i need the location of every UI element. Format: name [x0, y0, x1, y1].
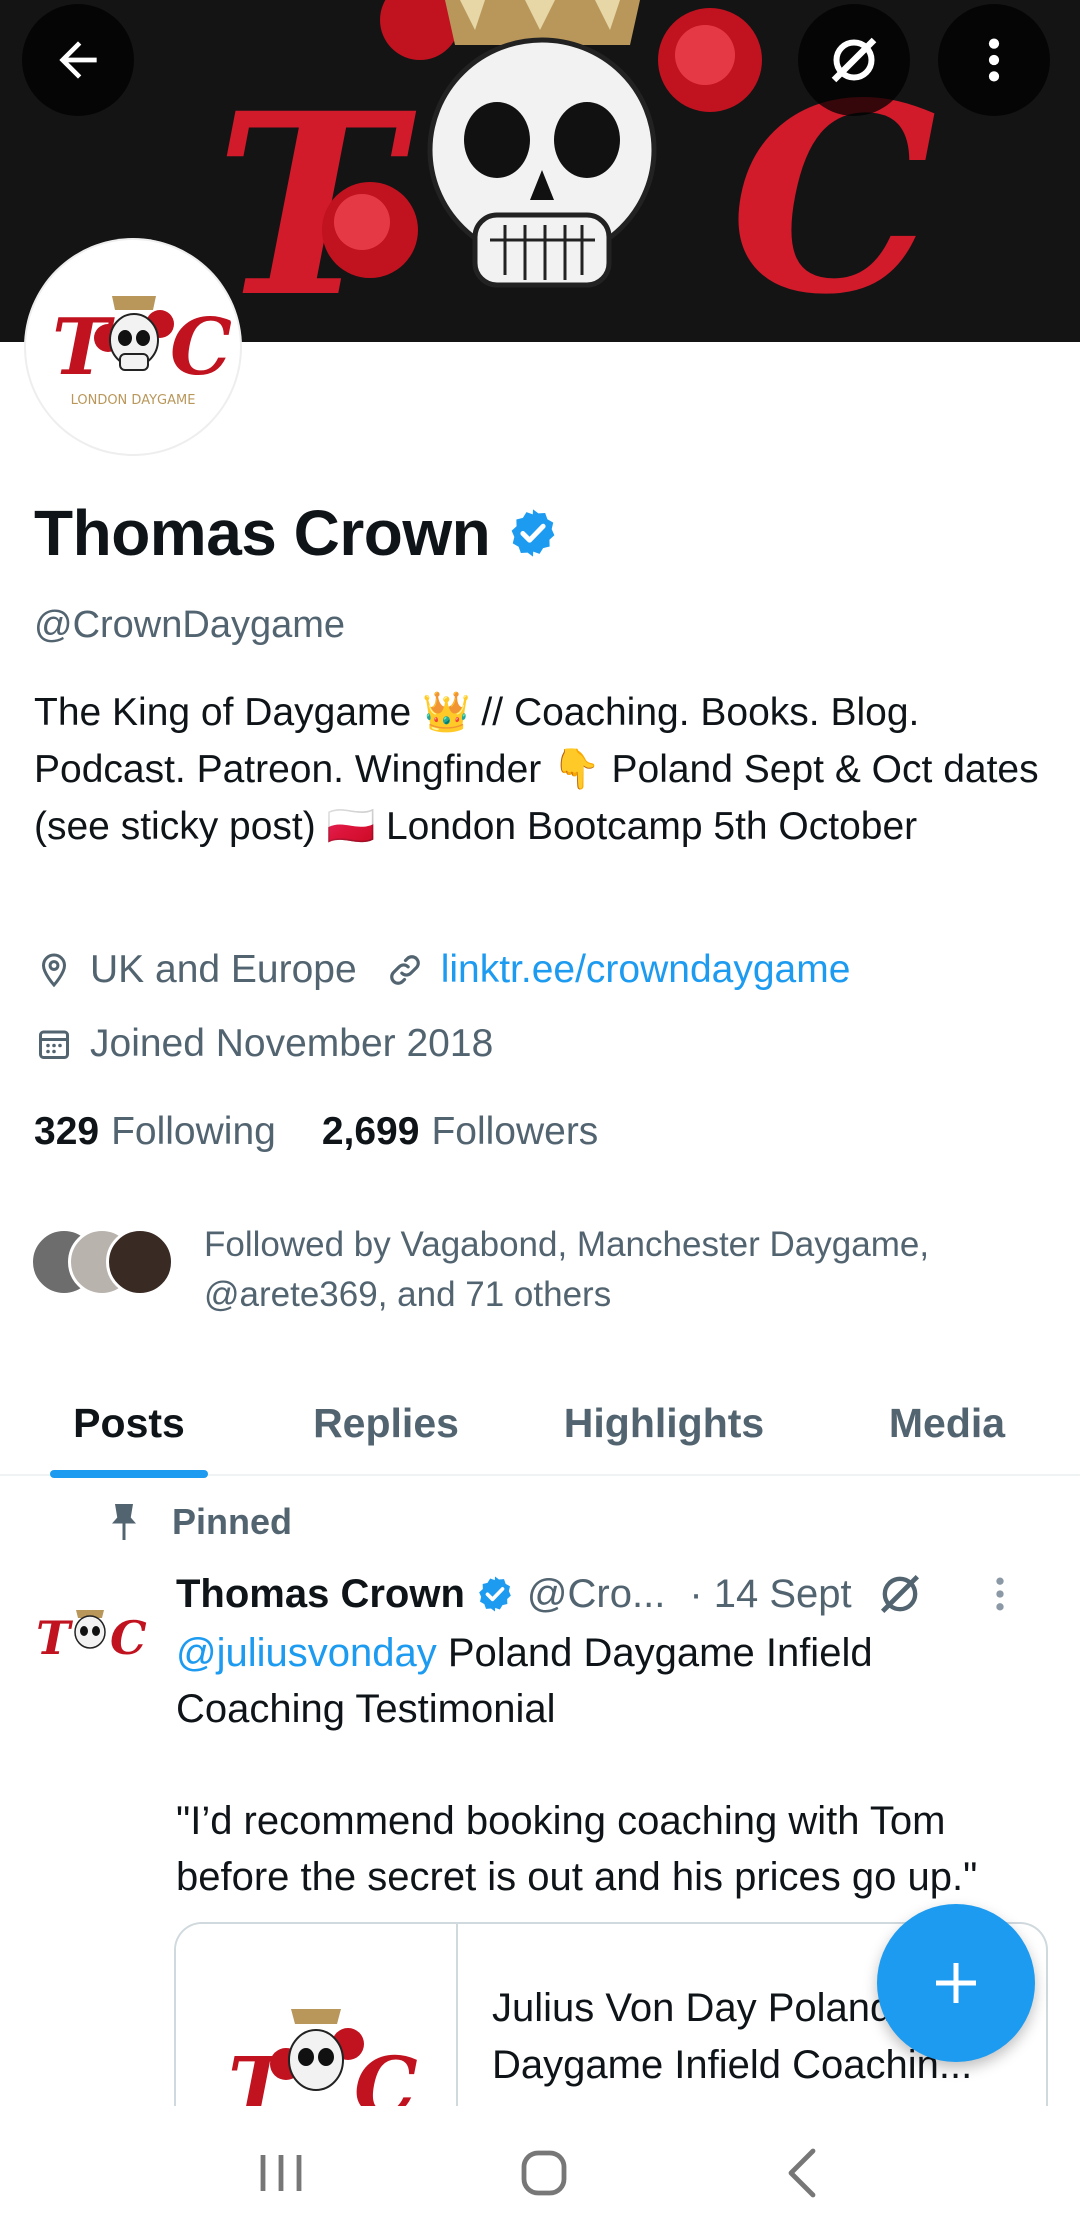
- post-author-handle: @Cro...: [526, 1571, 666, 1616]
- calendar-icon: [34, 1024, 74, 1064]
- pinned-label: Pinned: [172, 1501, 293, 1542]
- location-row: UK and Europe linktr.ee/crowndaygame: [34, 948, 850, 992]
- profile-tabs: Posts Replies Highlights Media: [0, 1370, 1080, 1476]
- tab-label: Posts: [73, 1399, 185, 1446]
- avatar: [106, 1228, 174, 1296]
- back-button[interactable]: [22, 4, 134, 116]
- follow-stats: 329 Following 2,699 Followers: [34, 1110, 598, 1154]
- tab-media[interactable]: Media: [814, 1370, 1080, 1476]
- profile-avatar[interactable]: T C LONDON DAYGAME: [26, 240, 240, 454]
- svg-text:T: T: [36, 1611, 74, 1665]
- system-nav-bar: [0, 2106, 1080, 2240]
- profile-website-link[interactable]: linktr.ee/crowndaygame: [441, 948, 851, 992]
- post-date[interactable]: · 14 Sept: [689, 1572, 851, 1617]
- profile-joined-date: Joined November 2018: [90, 1022, 494, 1065]
- followers-count: 2,699: [321, 1110, 420, 1153]
- tab-label: Media: [888, 1399, 1006, 1446]
- compose-post-button[interactable]: [877, 1904, 1035, 2062]
- grok-button[interactable]: [798, 4, 910, 116]
- profile-location: UK and Europe: [90, 948, 357, 991]
- profile-handle: @CrownDaygame: [34, 604, 346, 646]
- verified-badge-icon: [479, 1576, 511, 1612]
- link-icon: [385, 950, 425, 990]
- profile-name-row: Thomas Crown: [34, 496, 560, 570]
- more-options-button[interactable]: [938, 4, 1050, 116]
- plus-icon: [936, 1963, 976, 2003]
- svg-text:C: C: [170, 302, 232, 393]
- profile-name: Thomas Crown: [34, 497, 491, 569]
- back-nav-icon[interactable]: [779, 2145, 827, 2201]
- arrow-left-icon: [59, 41, 97, 79]
- followers-link[interactable]: 2,699 Followers: [322, 1110, 598, 1154]
- grok-icon: [831, 37, 877, 83]
- followers-you-know-avatars: [30, 1228, 174, 1308]
- post-text: @juliusvonday Poland Daygame Infield Coa…: [176, 1625, 1046, 1905]
- more-vertical-icon: [988, 38, 1000, 82]
- profile-bio: The King of Daygame 👑 // Coaching. Books…: [34, 691, 1039, 848]
- followed-by-row[interactable]: Followed by Vagabond, Manchester Daygame…: [30, 1220, 1060, 1320]
- post-header: Thomas Crown @Cro... · 14 Sept: [176, 1568, 1056, 1620]
- pinned-indicator: Pinned: [106, 1500, 292, 1544]
- followed-by-text: Followed by Vagabond, Manchester Daygame…: [204, 1225, 930, 1314]
- tab-highlights[interactable]: Highlights: [514, 1370, 814, 1476]
- tab-label: Replies: [313, 1399, 459, 1446]
- avatar-caption: LONDON DAYGAME: [71, 393, 196, 408]
- location-pin-icon: [34, 950, 74, 990]
- verified-badge-icon[interactable]: [506, 506, 560, 560]
- svg-text:C: C: [110, 1611, 147, 1665]
- home-icon[interactable]: [516, 2145, 572, 2201]
- following-count: 329: [34, 1110, 100, 1153]
- more-vertical-icon[interactable]: [986, 1572, 1014, 1616]
- joined-row: Joined November 2018: [34, 1022, 493, 1066]
- skull-illustration: [322, 0, 762, 288]
- tab-replies[interactable]: Replies: [258, 1370, 514, 1476]
- following-label: Following: [111, 1110, 276, 1153]
- followers-label: Followers: [431, 1110, 599, 1153]
- tab-label: Highlights: [563, 1399, 765, 1446]
- post-author-name[interactable]: Thomas Crown: [176, 1572, 465, 1617]
- grok-icon[interactable]: [874, 1568, 926, 1620]
- pin-icon: [112, 1504, 136, 1540]
- tab-posts[interactable]: Posts: [0, 1370, 258, 1476]
- following-link[interactable]: 329 Following: [34, 1110, 276, 1154]
- recent-apps-icon[interactable]: [253, 2147, 309, 2199]
- post-mention[interactable]: @juliusvonday: [176, 1631, 437, 1675]
- post-author-avatar[interactable]: T C: [30, 1576, 150, 1696]
